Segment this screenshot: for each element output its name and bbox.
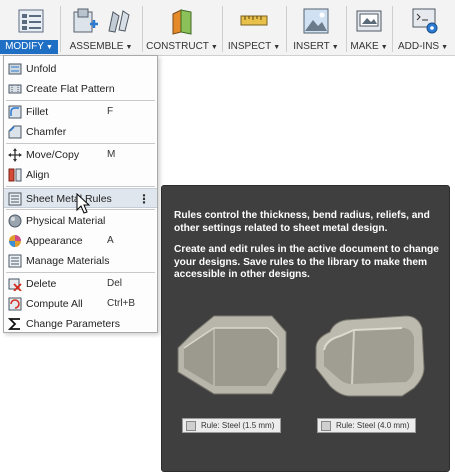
insert-label: INSERT	[293, 41, 330, 52]
make-icon	[356, 10, 382, 32]
inspect-menu-button[interactable]: INSPECT ▼	[224, 0, 284, 56]
measure-icon	[240, 15, 268, 26]
sigma-icon	[8, 318, 20, 330]
physical-material-icon	[8, 214, 22, 228]
appearance-icon	[9, 235, 21, 247]
joint-icon	[108, 10, 130, 33]
fillet-icon	[8, 105, 22, 119]
align-icon	[8, 168, 22, 182]
menu-item-chamfer[interactable]: Chamfer	[4, 122, 157, 142]
menu-item-manage-materials[interactable]: Manage Materials	[4, 251, 157, 271]
tooltip-description: Rules control the thickness, bend radius…	[174, 210, 430, 234]
chevron-down-icon: ▼	[125, 44, 133, 51]
menu-item-align[interactable]: Align	[4, 165, 157, 185]
unfold-icon	[8, 63, 22, 75]
assemble-label: ASSEMBLE	[69, 41, 124, 52]
construct-plane-icon	[172, 9, 192, 35]
chevron-down-icon: ▼	[273, 44, 281, 51]
add-ins-label: ADD-INS	[397, 41, 440, 52]
scripts-icon	[412, 8, 438, 34]
sheet-metal-part-thin-image	[177, 315, 287, 395]
menu-item-create-flat-pattern[interactable]: Create Flat Pattern	[4, 79, 157, 99]
compute-all-icon	[8, 297, 22, 311]
chevron-down-icon: ▼	[380, 44, 388, 51]
delete-icon	[8, 278, 22, 291]
rule-icon	[186, 421, 196, 431]
more-options-icon[interactable]: ⋮	[138, 189, 150, 209]
mouse-cursor-icon	[76, 193, 91, 214]
flat-pattern-icon	[8, 84, 22, 94]
chevron-down-icon: ▼	[331, 44, 339, 51]
sheet-metal-part-thick-image	[315, 315, 425, 397]
add-ins-menu-button[interactable]: ADD-INS ▼	[394, 0, 452, 56]
menu-item-compute-all[interactable]: Compute All Ctrl+B	[4, 294, 157, 314]
chevron-down-icon: ▼	[441, 44, 449, 51]
modify-label: MODIFY	[5, 41, 44, 52]
make-menu-button[interactable]: MAKE ▼	[348, 0, 390, 56]
manage-materials-icon	[8, 254, 22, 268]
chevron-down-icon: ▼	[45, 44, 53, 51]
construct-label: CONSTRUCT	[146, 41, 209, 52]
rule-steel-thin-tag: Rule: Steel (1.5 mm)	[182, 418, 282, 433]
toolbar: MODIFY ▼ ASSEMBLE ▼ CONSTRUCT ▼ INSPECT …	[0, 0, 455, 56]
make-label: MAKE	[350, 41, 379, 52]
menu-item-change-parameters[interactable]: Change Parameters	[4, 314, 157, 334]
new-component-icon	[73, 8, 98, 33]
chamfer-icon	[8, 125, 22, 139]
menu-item-unfold[interactable]: Unfold	[4, 59, 157, 79]
sheet-metal-rules-tooltip: Rules control the thickness, bend radius…	[161, 185, 450, 472]
assemble-menu-button[interactable]: ASSEMBLE ▼	[62, 0, 140, 56]
menu-item-move-copy[interactable]: Move/Copy M	[4, 145, 157, 165]
construct-menu-button[interactable]: CONSTRUCT ▼	[144, 0, 220, 56]
insert-image-icon	[303, 8, 329, 34]
sheet-metal-rules-icon	[8, 192, 22, 206]
move-icon	[8, 148, 22, 162]
chevron-down-icon: ▼	[210, 44, 218, 51]
menu-item-appearance[interactable]: Appearance A	[4, 231, 157, 251]
menu-item-fillet[interactable]: Fillet F	[4, 102, 157, 122]
rule-icon	[321, 421, 331, 431]
insert-menu-button[interactable]: INSERT ▼	[288, 0, 344, 56]
tooltip-instructions: Create and edit rules in the active docu…	[174, 244, 439, 280]
modify-menu-button[interactable]: MODIFY ▼	[0, 0, 58, 56]
menu-item-delete[interactable]: Delete Del	[4, 274, 157, 294]
rule-steel-thick-tag: Rule: Steel (4.0 mm)	[317, 418, 417, 433]
modify-icon	[18, 9, 44, 33]
inspect-label: INSPECT	[227, 41, 272, 52]
